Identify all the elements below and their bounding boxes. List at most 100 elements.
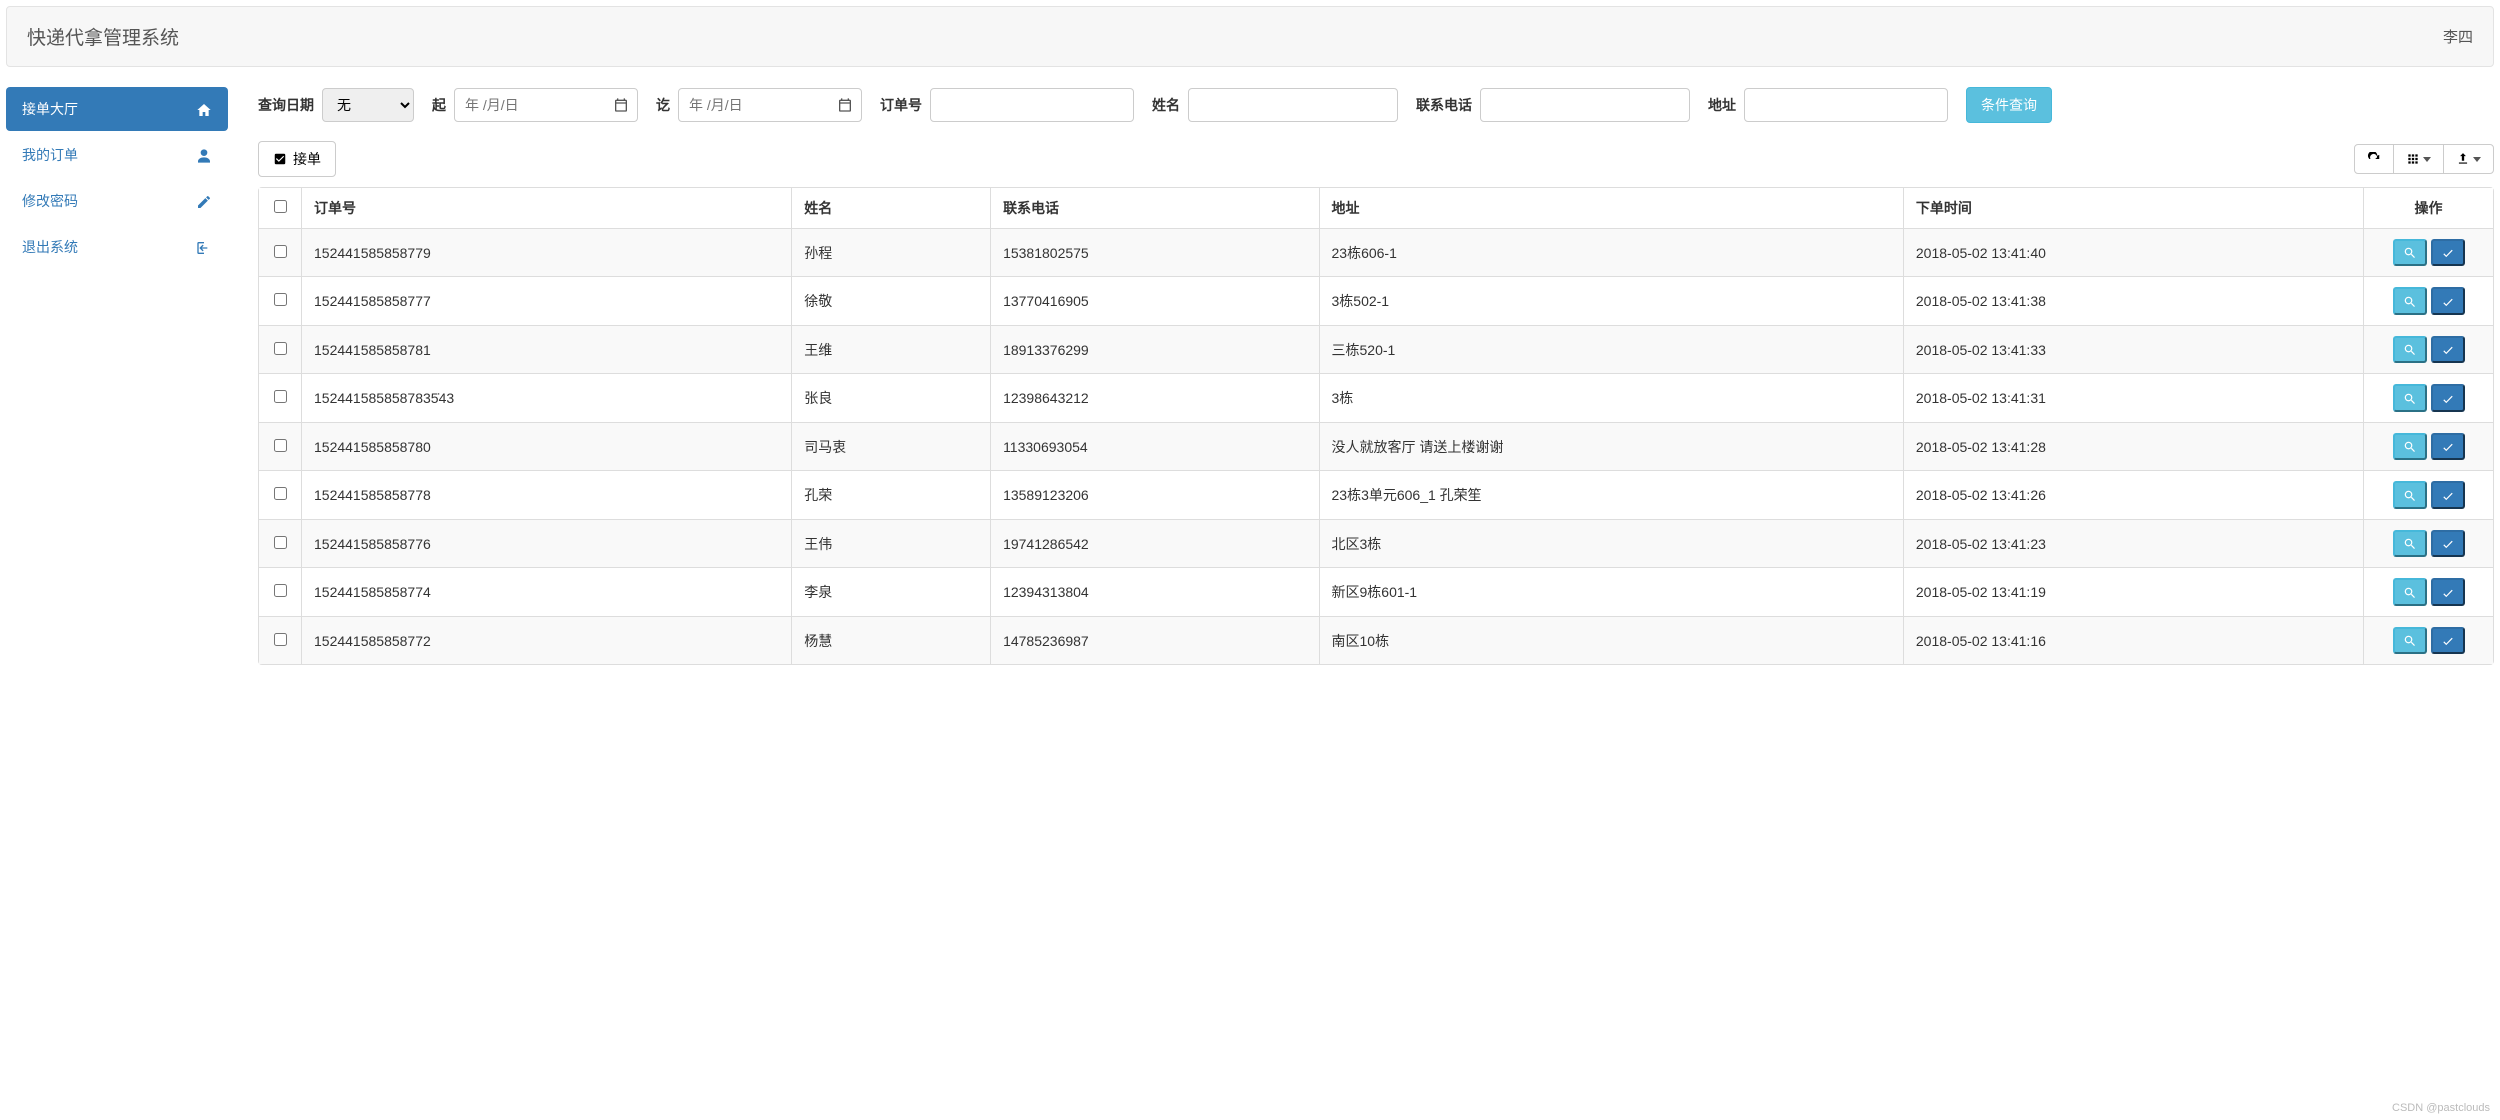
table-row: 152441585858774 李泉 12394313804 新区9栋601-1… [259, 567, 2493, 615]
filter-form: 查询日期 无 起 讫 订单号 姓名 联系电话 [258, 87, 2494, 123]
row-checkbox[interactable] [274, 342, 287, 355]
cell-orderno: 152441585858779 [301, 228, 791, 276]
cell-orderno: 152441585858780 [301, 422, 791, 470]
cell-name: 王伟 [791, 519, 990, 567]
phone-input[interactable] [1480, 88, 1690, 122]
cell-phone: 14785236987 [990, 616, 1318, 664]
col-time[interactable]: 下单时间 [1903, 188, 2363, 228]
address-input[interactable] [1744, 88, 1948, 122]
confirm-button[interactable] [2431, 578, 2465, 605]
row-checkbox[interactable] [274, 439, 287, 452]
row-checkbox[interactable] [274, 633, 287, 646]
confirm-button[interactable] [2431, 384, 2465, 411]
export-button[interactable] [2443, 144, 2494, 174]
col-name[interactable]: 姓名 [791, 188, 990, 228]
cell-orderno: 152441585858781 [301, 325, 791, 373]
sidebar-item-label: 修改密码 [22, 191, 78, 211]
cell-name: 孙程 [791, 228, 990, 276]
table-row: 152441585858772 杨慧 14785236987 南区10栋 201… [259, 616, 2493, 664]
label-to: 讫 [656, 95, 670, 115]
confirm-button[interactable] [2431, 530, 2465, 557]
query-button[interactable]: 条件查询 [1966, 87, 2052, 123]
sidebar: 接单大厅我的订单修改密码退出系统 [6, 87, 228, 665]
search-icon [2403, 440, 2417, 454]
cell-orderno: 152441585858776 [301, 519, 791, 567]
grid-icon [2406, 152, 2420, 166]
select-all-checkbox[interactable] [274, 200, 287, 213]
accept-order-button[interactable]: 接单 [258, 141, 336, 177]
check-icon [2441, 295, 2455, 309]
row-checkbox[interactable] [274, 245, 287, 258]
cell-time: 2018-05-02 13:41:38 [1903, 276, 2363, 324]
orders-table: 订单号 姓名 联系电话 地址 下单时间 操作 152441585858779 孙… [258, 187, 2494, 665]
search-icon [2403, 392, 2417, 406]
sidebar-item-1[interactable]: 我的订单 [6, 133, 228, 177]
view-button[interactable] [2393, 384, 2427, 411]
col-actions: 操作 [2363, 188, 2493, 228]
view-button[interactable] [2393, 239, 2427, 266]
label-orderno: 订单号 [880, 95, 922, 115]
cell-time: 2018-05-02 13:41:26 [1903, 470, 2363, 518]
label-phone: 联系电话 [1416, 95, 1472, 115]
sidebar-item-0[interactable]: 接单大厅 [6, 87, 228, 131]
check-icon [2441, 537, 2455, 551]
view-button[interactable] [2393, 627, 2427, 654]
col-orderno[interactable]: 订单号 [301, 188, 791, 228]
col-address[interactable]: 地址 [1319, 188, 1903, 228]
table-row: 152441585858777 徐敬 13770416905 3栋502-1 2… [259, 276, 2493, 324]
cell-name: 王维 [791, 325, 990, 373]
sidebar-item-label: 退出系统 [22, 237, 78, 257]
check-icon [2441, 489, 2455, 503]
search-icon [2403, 295, 2417, 309]
confirm-button[interactable] [2431, 433, 2465, 460]
row-checkbox[interactable] [274, 390, 287, 403]
view-button[interactable] [2393, 287, 2427, 314]
confirm-button[interactable] [2431, 481, 2465, 508]
sidebar-item-label: 接单大厅 [22, 99, 78, 119]
view-button[interactable] [2393, 578, 2427, 605]
date-from-input[interactable] [454, 88, 638, 122]
pencil-icon [196, 192, 212, 209]
cell-name: 张良 [791, 373, 990, 421]
view-button[interactable] [2393, 336, 2427, 363]
confirm-button[interactable] [2431, 287, 2465, 314]
home-icon [196, 100, 212, 117]
cell-time: 2018-05-02 13:41:40 [1903, 228, 2363, 276]
cell-phone: 11330693054 [990, 422, 1318, 470]
cell-address: 南区10栋 [1319, 616, 1903, 664]
table-row: 152441585858776 王伟 19741286542 北区3栋 2018… [259, 519, 2493, 567]
columns-button[interactable] [2393, 144, 2444, 174]
orderno-input[interactable] [930, 88, 1134, 122]
row-checkbox[interactable] [274, 293, 287, 306]
view-button[interactable] [2393, 433, 2427, 460]
cell-time: 2018-05-02 13:41:28 [1903, 422, 2363, 470]
view-button[interactable] [2393, 530, 2427, 557]
label-query-date: 查询日期 [258, 95, 314, 115]
date-type-select[interactable]: 无 [322, 88, 414, 122]
refresh-icon [2367, 152, 2381, 166]
col-phone[interactable]: 联系电话 [990, 188, 1318, 228]
row-checkbox[interactable] [274, 487, 287, 500]
check-icon [2441, 634, 2455, 648]
view-button[interactable] [2393, 481, 2427, 508]
cell-address: 3栋502-1 [1319, 276, 1903, 324]
cell-address: 新区9栋601-1 [1319, 567, 1903, 615]
date-to-input[interactable] [678, 88, 862, 122]
user-name[interactable]: 李四 [2443, 26, 2473, 47]
row-checkbox[interactable] [274, 584, 287, 597]
name-input[interactable] [1188, 88, 1398, 122]
search-icon [2403, 634, 2417, 648]
refresh-button[interactable] [2354, 144, 2394, 174]
cell-time: 2018-05-02 13:41:16 [1903, 616, 2363, 664]
search-icon [2403, 246, 2417, 260]
confirm-button[interactable] [2431, 627, 2465, 654]
confirm-button[interactable] [2431, 336, 2465, 363]
cell-orderno: 152441585858778 [301, 470, 791, 518]
sidebar-item-2[interactable]: 修改密码 [6, 179, 228, 223]
sidebar-item-3[interactable]: 退出系统 [6, 225, 228, 269]
cell-name: 司马衷 [791, 422, 990, 470]
row-checkbox[interactable] [274, 536, 287, 549]
cell-orderno: 152441585858772 [301, 616, 791, 664]
confirm-button[interactable] [2431, 239, 2465, 266]
check-square-icon [273, 152, 287, 166]
